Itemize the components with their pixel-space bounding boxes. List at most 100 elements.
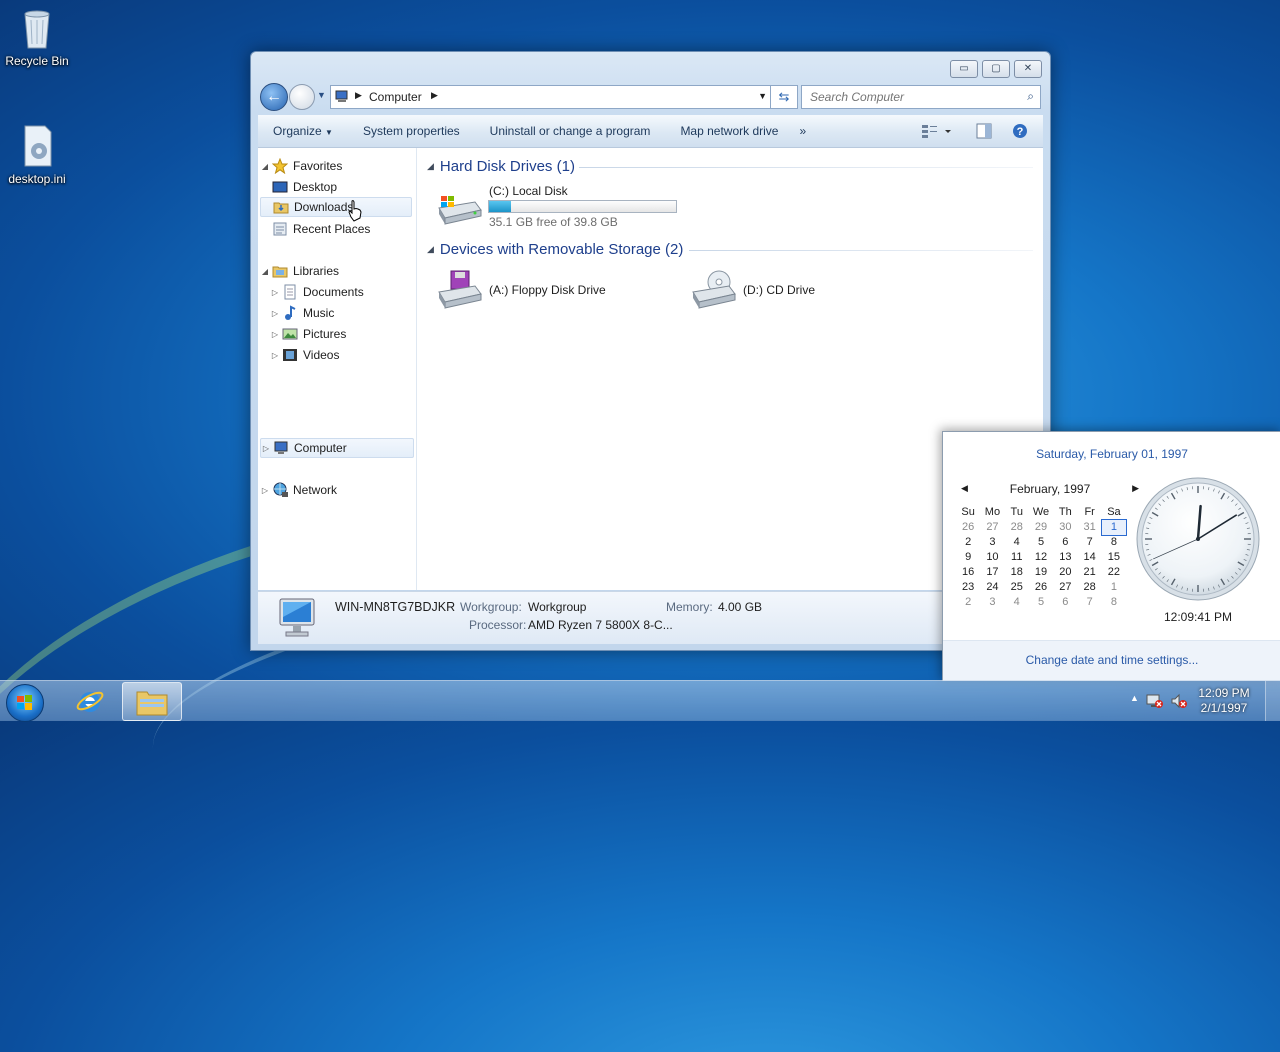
expand-arrow-icon[interactable]: ▷: [270, 330, 280, 339]
calendar-day[interactable]: 12: [1029, 550, 1053, 565]
taskbar-internet-explorer[interactable]: [62, 682, 120, 719]
expand-arrow-icon[interactable]: ▷: [270, 288, 280, 297]
calendar-day[interactable]: 20: [1053, 565, 1077, 580]
drive-d-cd[interactable]: (D:) CD Drive: [687, 268, 887, 316]
nav-videos[interactable]: ▷ Videos: [270, 345, 339, 365]
calendar-day[interactable]: 7: [1077, 595, 1101, 610]
minimize-button[interactable]: ▭: [950, 60, 978, 78]
taskbar-clock[interactable]: 12:09 PM 2/1/1997: [1194, 686, 1254, 716]
calendar-day[interactable]: 9: [956, 550, 980, 565]
calendar-day[interactable]: 28: [1077, 580, 1101, 595]
address-dropdown-icon[interactable]: ▼: [758, 91, 767, 101]
back-button[interactable]: ←: [260, 83, 288, 111]
refresh-button[interactable]: ⇆: [770, 85, 798, 109]
nav-desktop[interactable]: Desktop: [270, 177, 337, 197]
calendar-day[interactable]: 18: [1005, 565, 1029, 580]
drive-c-local-disk[interactable]: (C:) Local Disk 35.1 GB free of 39.8 GB: [433, 184, 693, 232]
nav-libraries[interactable]: ◢ Libraries: [260, 261, 339, 281]
taskbar-windows-explorer[interactable]: [122, 682, 182, 721]
calendar-day[interactable]: 1: [1102, 580, 1126, 595]
nav-pictures[interactable]: ▷ Pictures: [270, 324, 346, 344]
calendar-day[interactable]: 3: [980, 535, 1004, 550]
calendar-day[interactable]: 11: [1005, 550, 1029, 565]
calendar-day[interactable]: 28: [1005, 520, 1029, 535]
expand-arrow-icon[interactable]: ▷: [260, 486, 270, 495]
breadcrumb-arrow-icon[interactable]: ▶: [355, 90, 362, 101]
calendar-day[interactable]: 26: [1029, 580, 1053, 595]
calendar-day[interactable]: 7: [1077, 535, 1101, 550]
calendar-day[interactable]: 10: [980, 550, 1004, 565]
calendar-day[interactable]: 4: [1005, 595, 1029, 610]
map-network-drive-button[interactable]: Map network drive: [665, 124, 793, 138]
help-icon[interactable]: ?: [1012, 123, 1028, 142]
collapse-arrow-icon[interactable]: ◢: [427, 161, 434, 172]
calendar-day[interactable]: 25: [1005, 580, 1029, 595]
nav-documents[interactable]: ▷ Documents: [270, 282, 364, 302]
volume-muted-icon[interactable]: [1170, 693, 1188, 709]
nav-recent-places[interactable]: Recent Places: [270, 219, 370, 239]
address-bar[interactable]: ▶ Computer ▶ ▼: [330, 85, 772, 109]
expand-arrow-icon[interactable]: ▷: [270, 309, 280, 318]
uninstall-program-button[interactable]: Uninstall or change a program: [475, 124, 666, 138]
calendar-day[interactable]: 2: [956, 595, 980, 610]
maximize-button[interactable]: ▢: [982, 60, 1010, 78]
organize-button[interactable]: Organize ▼: [258, 124, 348, 138]
calendar-day[interactable]: 8: [1102, 535, 1126, 550]
calendar-day[interactable]: 3: [980, 595, 1004, 610]
calendar-day[interactable]: 26: [956, 520, 980, 535]
calendar-day[interactable]: 16: [956, 565, 980, 580]
expand-arrow-icon[interactable]: ▷: [270, 351, 280, 360]
calendar-day[interactable]: 19: [1029, 565, 1053, 580]
network-status-icon[interactable]: [1146, 693, 1164, 709]
nav-downloads[interactable]: Downloads: [260, 197, 412, 217]
calendar-day[interactable]: 30: [1053, 520, 1077, 535]
start-button[interactable]: [6, 684, 44, 722]
recent-pages-dropdown[interactable]: ▼: [317, 90, 326, 100]
group-removable-storage[interactable]: ◢ Devices with Removable Storage (2): [427, 241, 683, 258]
calendar-day[interactable]: 5: [1029, 595, 1053, 610]
show-hidden-icons-icon[interactable]: ▲: [1130, 693, 1139, 703]
calendar-day[interactable]: 17: [980, 565, 1004, 580]
calendar-day[interactable]: 29: [1029, 520, 1053, 535]
collapse-arrow-icon[interactable]: ◢: [427, 244, 434, 255]
breadcrumb-arrow-icon[interactable]: ▶: [431, 90, 438, 101]
search-icon[interactable]: ⌕: [1027, 89, 1034, 104]
breadcrumb-computer[interactable]: Computer: [369, 90, 422, 104]
calendar-day[interactable]: 27: [1053, 580, 1077, 595]
calendar-day[interactable]: 23: [956, 580, 980, 595]
change-date-time-link[interactable]: Change date and time settings...: [943, 653, 1280, 667]
nav-favorites[interactable]: ◢ Favorites: [260, 156, 342, 176]
expand-arrow-icon[interactable]: ▷: [261, 444, 271, 453]
full-date-link[interactable]: Saturday, February 01, 1997: [943, 447, 1280, 461]
search-input[interactable]: [808, 89, 1012, 105]
collapse-arrow-icon[interactable]: ◢: [260, 162, 270, 171]
calendar-day[interactable]: 2: [956, 535, 980, 550]
calendar-day[interactable]: 6: [1053, 595, 1077, 610]
desktop-icon-desktop-ini[interactable]: desktop.ini: [0, 124, 77, 186]
calendar-day[interactable]: 6: [1053, 535, 1077, 550]
calendar-day[interactable]: 4: [1005, 535, 1029, 550]
calendar-day[interactable]: 5: [1029, 535, 1053, 550]
calendar-day[interactable]: 21: [1077, 565, 1101, 580]
change-view-icon[interactable]: [921, 123, 951, 142]
calendar-day[interactable]: 13: [1053, 550, 1077, 565]
show-desktop-button[interactable]: [1265, 681, 1280, 721]
nav-computer[interactable]: ▷ Computer: [260, 438, 414, 458]
nav-network[interactable]: ▷ Network: [260, 480, 337, 500]
calendar-day-today[interactable]: 1: [1102, 520, 1126, 535]
previous-month-icon[interactable]: ◀: [961, 483, 968, 494]
system-properties-button[interactable]: System properties: [348, 124, 475, 138]
calendar-month-title[interactable]: February, 1997: [1010, 482, 1091, 496]
nav-music[interactable]: ▷ Music: [270, 303, 334, 323]
drive-a-floppy[interactable]: (A:) Floppy Disk Drive: [433, 268, 663, 316]
search-box[interactable]: ⌕: [801, 85, 1041, 109]
calendar-day[interactable]: 31: [1077, 520, 1101, 535]
calendar-day[interactable]: 14: [1077, 550, 1101, 565]
calendar-day[interactable]: 22: [1102, 565, 1126, 580]
forward-button[interactable]: [289, 84, 315, 110]
more-commands-button[interactable]: »: [793, 124, 812, 138]
close-button[interactable]: ✕: [1014, 60, 1042, 78]
calendar-day[interactable]: 27: [980, 520, 1004, 535]
collapse-arrow-icon[interactable]: ◢: [260, 267, 270, 276]
calendar-day[interactable]: 15: [1102, 550, 1126, 565]
